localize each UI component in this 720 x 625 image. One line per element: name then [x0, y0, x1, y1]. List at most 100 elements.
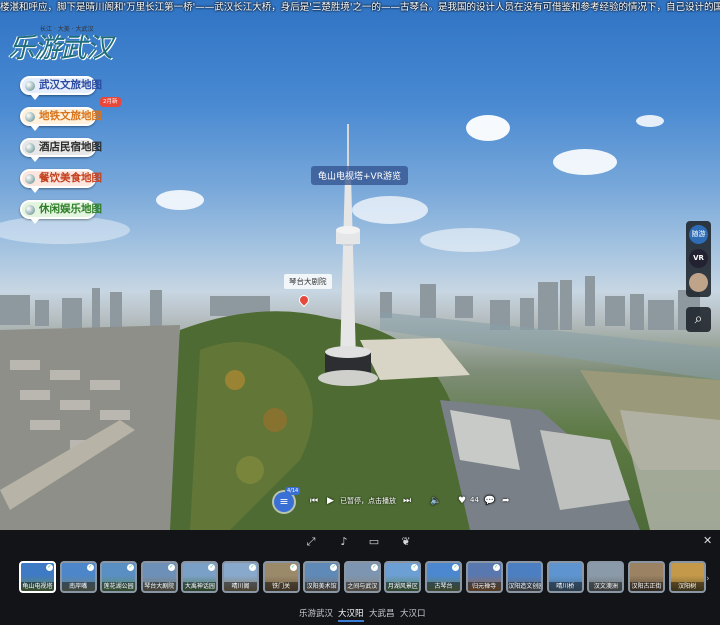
- thumbnail-label: 晴川桥: [548, 582, 582, 591]
- thumbnail-label: 汉阳古正街: [630, 582, 663, 591]
- check-icon: ✓: [46, 564, 53, 571]
- scene-thumbnail[interactable]: ✓ 月湖风景区: [384, 561, 422, 593]
- fullscreen-icon[interactable]: ⤢: [303, 534, 319, 550]
- vr-glasses-icon[interactable]: ▭: [366, 534, 382, 550]
- map-button-leisure[interactable]: 休闲娱乐地图: [20, 200, 102, 224]
- thumbnail-label: 铁门关: [264, 582, 298, 591]
- map-button-label: 武汉文旅地图: [39, 79, 102, 91]
- panorama-view[interactable]: 楼湛和呼应，脚下是晴川阁和'万里长江第一桥'——武汉长江大桥，身后是'三楚胜境'…: [0, 0, 720, 530]
- thumbnail-label: 南岸嘴: [61, 582, 95, 591]
- playlist-count: 4/14: [285, 487, 301, 495]
- region-tab[interactable]: 乐游武汉: [299, 607, 333, 619]
- map-menu: 武汉文旅地图 地铁文旅地图 酒店民宿地图 餐饮美食地图 休闲娱乐地图: [20, 76, 102, 231]
- brand-subtitle: 长江 · 大美 · 大武汉: [40, 26, 94, 33]
- hotspot-theatre[interactable]: 琴台大剧院: [284, 274, 332, 289]
- next-icon[interactable]: ⏭: [403, 496, 411, 506]
- map-button-culture[interactable]: 武汉文旅地图: [20, 76, 102, 100]
- panorama-image: [0, 115, 720, 530]
- scene-thumbnail[interactable]: ✓ 龟山电视塔: [19, 561, 56, 593]
- prev-icon[interactable]: ⏮: [310, 496, 318, 506]
- map-button-label: 酒店民宿地图: [39, 141, 102, 153]
- audio-status: 已暂停，点击播放: [340, 497, 396, 505]
- thumbnail-label: 晴川阁: [224, 582, 257, 591]
- thumbnail-label: 古琴台: [427, 582, 460, 591]
- scene-thumbnail[interactable]: ✓ 之间与武汉: [343, 561, 381, 593]
- map-button-label: 餐饮美食地图: [39, 172, 102, 184]
- scene-thumbnail[interactable]: ✓ 琴台大剧院: [140, 561, 178, 593]
- scene-thumbnail[interactable]: ✓ 铁门关: [262, 561, 300, 593]
- globe-icon: [25, 174, 35, 184]
- share-icon[interactable]: ➦: [502, 496, 510, 506]
- map-button-label: 休闲娱乐地图: [39, 203, 102, 215]
- volume-icon[interactable]: 🔈: [430, 496, 441, 506]
- map-button-label: 地铁文旅地图: [39, 110, 102, 122]
- comment-icon[interactable]: 💬: [484, 496, 495, 506]
- scene-thumbnail[interactable]: ✓ 大禹神话园: [181, 561, 219, 593]
- check-icon: ✓: [452, 564, 459, 571]
- thumbnail-label: 汉阳造文创园: [508, 582, 542, 591]
- check-icon: ✓: [208, 564, 216, 571]
- thumbnail-label: 汉文澳洲: [589, 582, 623, 591]
- brand-logo: 乐游武汉 长江 · 大美 · 大武汉: [8, 18, 118, 70]
- right-toolbar: 随游 VR: [686, 221, 711, 297]
- scene-thumbnail[interactable]: 汉阳树: [668, 561, 706, 593]
- intro-marquee: 楼湛和呼应，脚下是晴川阁和'万里长江第一桥'——武汉长江大桥，身后是'三楚胜境'…: [0, 2, 720, 13]
- thumbnail-label: 龟山电视塔: [21, 582, 54, 591]
- thumbnail-label: 汉阳树: [670, 582, 704, 591]
- check-icon: ✓: [330, 564, 338, 571]
- scene-thumbnail[interactable]: ✓ 晴川阁: [222, 561, 259, 593]
- globe-icon: [25, 143, 35, 153]
- playlist-button[interactable]: ≡: [274, 492, 294, 512]
- guide-icon[interactable]: 随游: [689, 225, 708, 244]
- list-icon: ≡: [279, 495, 289, 508]
- like-count: 44: [470, 496, 479, 504]
- region-tabs: 乐游武汉 大汉阳 大武昌 大汉口: [0, 604, 720, 624]
- map-button-metro[interactable]: 地铁文旅地图: [20, 107, 102, 131]
- scene-thumbnail[interactable]: ✓ 归元禅寺: [465, 561, 503, 593]
- globe-icon: [25, 205, 35, 215]
- scene-thumbnail[interactable]: ✓ 南岸嘴: [59, 561, 97, 593]
- avatar[interactable]: [689, 273, 708, 292]
- check-icon: ✓: [289, 564, 297, 571]
- scene-thumbnail[interactable]: ✓ 古琴台: [425, 561, 462, 593]
- region-tab[interactable]: 大武昌: [369, 607, 395, 619]
- check-icon: ✓: [492, 564, 500, 571]
- globe-icon: [25, 81, 35, 91]
- check-icon: ✓: [249, 564, 256, 571]
- thumbnail-label: 汉阳美术馆: [305, 582, 339, 591]
- audio-player: ≡ 4/14 ⏮ ▶ 已暂停，点击播放 ⏭ 🔈 ♥ 44 💬 ➦: [272, 487, 520, 516]
- check-icon: ✓: [127, 564, 135, 571]
- search-icon: ⌕: [694, 311, 703, 327]
- mute-icon[interactable]: ♪: [336, 534, 352, 550]
- check-icon: ✓: [86, 564, 94, 571]
- scene-thumbnail[interactable]: 汉文澳洲: [587, 561, 625, 593]
- check-icon: ✓: [411, 564, 419, 571]
- scene-thumbnail[interactable]: ✓ 汉阳美术馆: [303, 561, 341, 593]
- chevron-right-icon[interactable]: ›: [706, 574, 710, 584]
- map-button-hotel[interactable]: 酒店民宿地图: [20, 138, 102, 162]
- thumbnail-label: 琴台大剧院: [142, 582, 176, 591]
- close-icon[interactable]: ✕: [703, 534, 712, 547]
- play-icon[interactable]: ▶: [327, 496, 334, 506]
- thumbnail-label: 月湖风景区: [386, 582, 420, 591]
- region-tab[interactable]: 大汉阳: [338, 607, 364, 622]
- thumbnail-label: 归元禅寺: [467, 582, 501, 591]
- region-tab[interactable]: 大汉口: [400, 607, 426, 619]
- hotspot-tower[interactable]: 龟山电视塔+VR游览: [311, 166, 408, 185]
- globe-icon: [25, 112, 35, 122]
- like-icon[interactable]: ♥: [458, 496, 466, 506]
- panel-toolbar: ⤢ ♪ ▭ ❦ ✕: [0, 530, 720, 554]
- check-icon: ✓: [167, 564, 175, 571]
- scene-thumbnail[interactable]: 汉阳古正街: [628, 561, 665, 593]
- scene-thumbnail[interactable]: ✓ 莲花湖公园: [100, 561, 138, 593]
- thumbnail-label: 莲花湖公园: [102, 582, 136, 591]
- thumbnail-label: 大禹神话园: [183, 582, 217, 591]
- scene-thumbnail[interactable]: 汉阳造文创园: [506, 561, 544, 593]
- thumbnail-label: 之间与武汉: [345, 582, 379, 591]
- search-button[interactable]: ⌕: [686, 307, 711, 332]
- leaf-icon[interactable]: ❦: [398, 534, 414, 550]
- check-icon: ✓: [370, 564, 378, 571]
- map-button-food[interactable]: 餐饮美食地图: [20, 169, 102, 193]
- vr-icon[interactable]: VR: [689, 249, 708, 268]
- scene-thumbnail[interactable]: 晴川桥: [546, 561, 584, 593]
